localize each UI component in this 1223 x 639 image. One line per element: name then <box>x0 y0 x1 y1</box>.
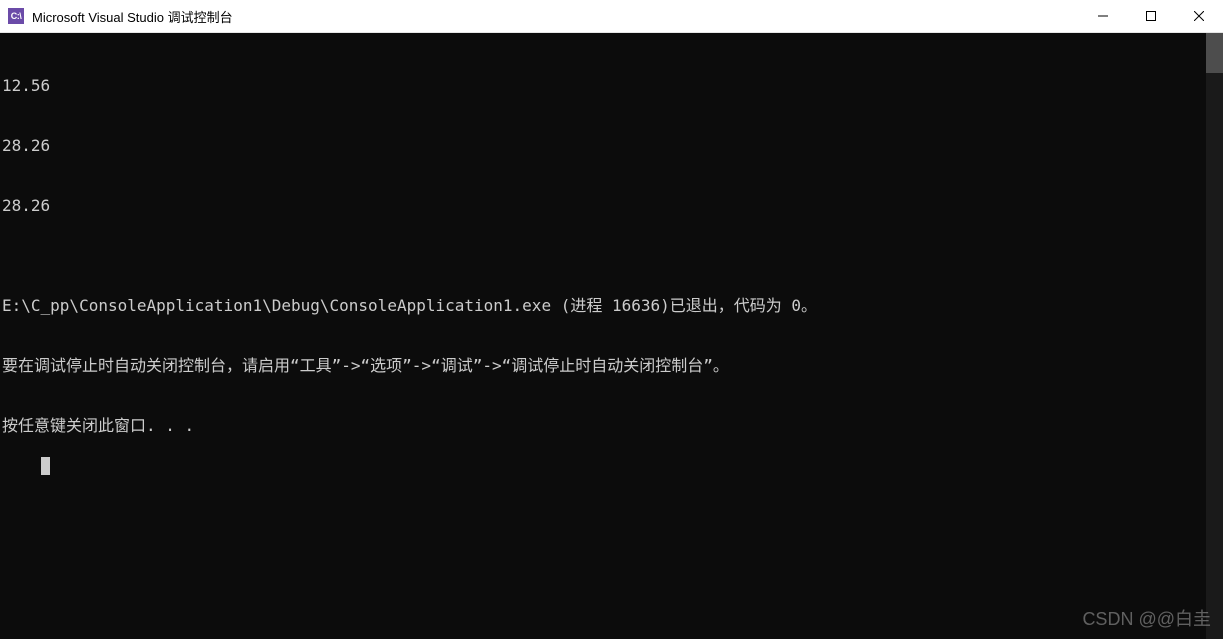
console-line: 按任意键关闭此窗口. . . <box>2 416 1204 436</box>
window-title: Microsoft Visual Studio 调试控制台 <box>32 7 1079 26</box>
watermark: CSDN @@白圭 <box>1082 605 1211 631</box>
minimize-icon <box>1098 11 1108 21</box>
console-line: E:\C_pp\ConsoleApplication1\Debug\Consol… <box>2 296 1204 316</box>
titlebar: C:\ Microsoft Visual Studio 调试控制台 <box>0 0 1223 33</box>
console-line: 12.56 <box>2 76 1204 96</box>
console-line: 28.26 <box>2 196 1204 216</box>
close-icon <box>1194 11 1204 21</box>
minimize-button[interactable] <box>1079 0 1127 32</box>
console-line: 28.26 <box>2 136 1204 156</box>
close-button[interactable] <box>1175 0 1223 32</box>
maximize-button[interactable] <box>1127 0 1175 32</box>
console-area: 12.56 28.26 28.26 E:\C_pp\ConsoleApplica… <box>0 33 1223 639</box>
scrollbar-thumb[interactable] <box>1206 33 1223 73</box>
maximize-icon <box>1146 11 1156 21</box>
console-output[interactable]: 12.56 28.26 28.26 E:\C_pp\ConsoleApplica… <box>0 33 1206 639</box>
console-line: 要在调试停止时自动关闭控制台，请启用“工具”->“选项”->“调试”->“调试停… <box>2 356 1204 376</box>
app-icon: C:\ <box>8 8 24 24</box>
window-controls <box>1079 0 1223 32</box>
scrollbar-vertical[interactable] <box>1206 33 1223 639</box>
cursor <box>41 457 50 475</box>
